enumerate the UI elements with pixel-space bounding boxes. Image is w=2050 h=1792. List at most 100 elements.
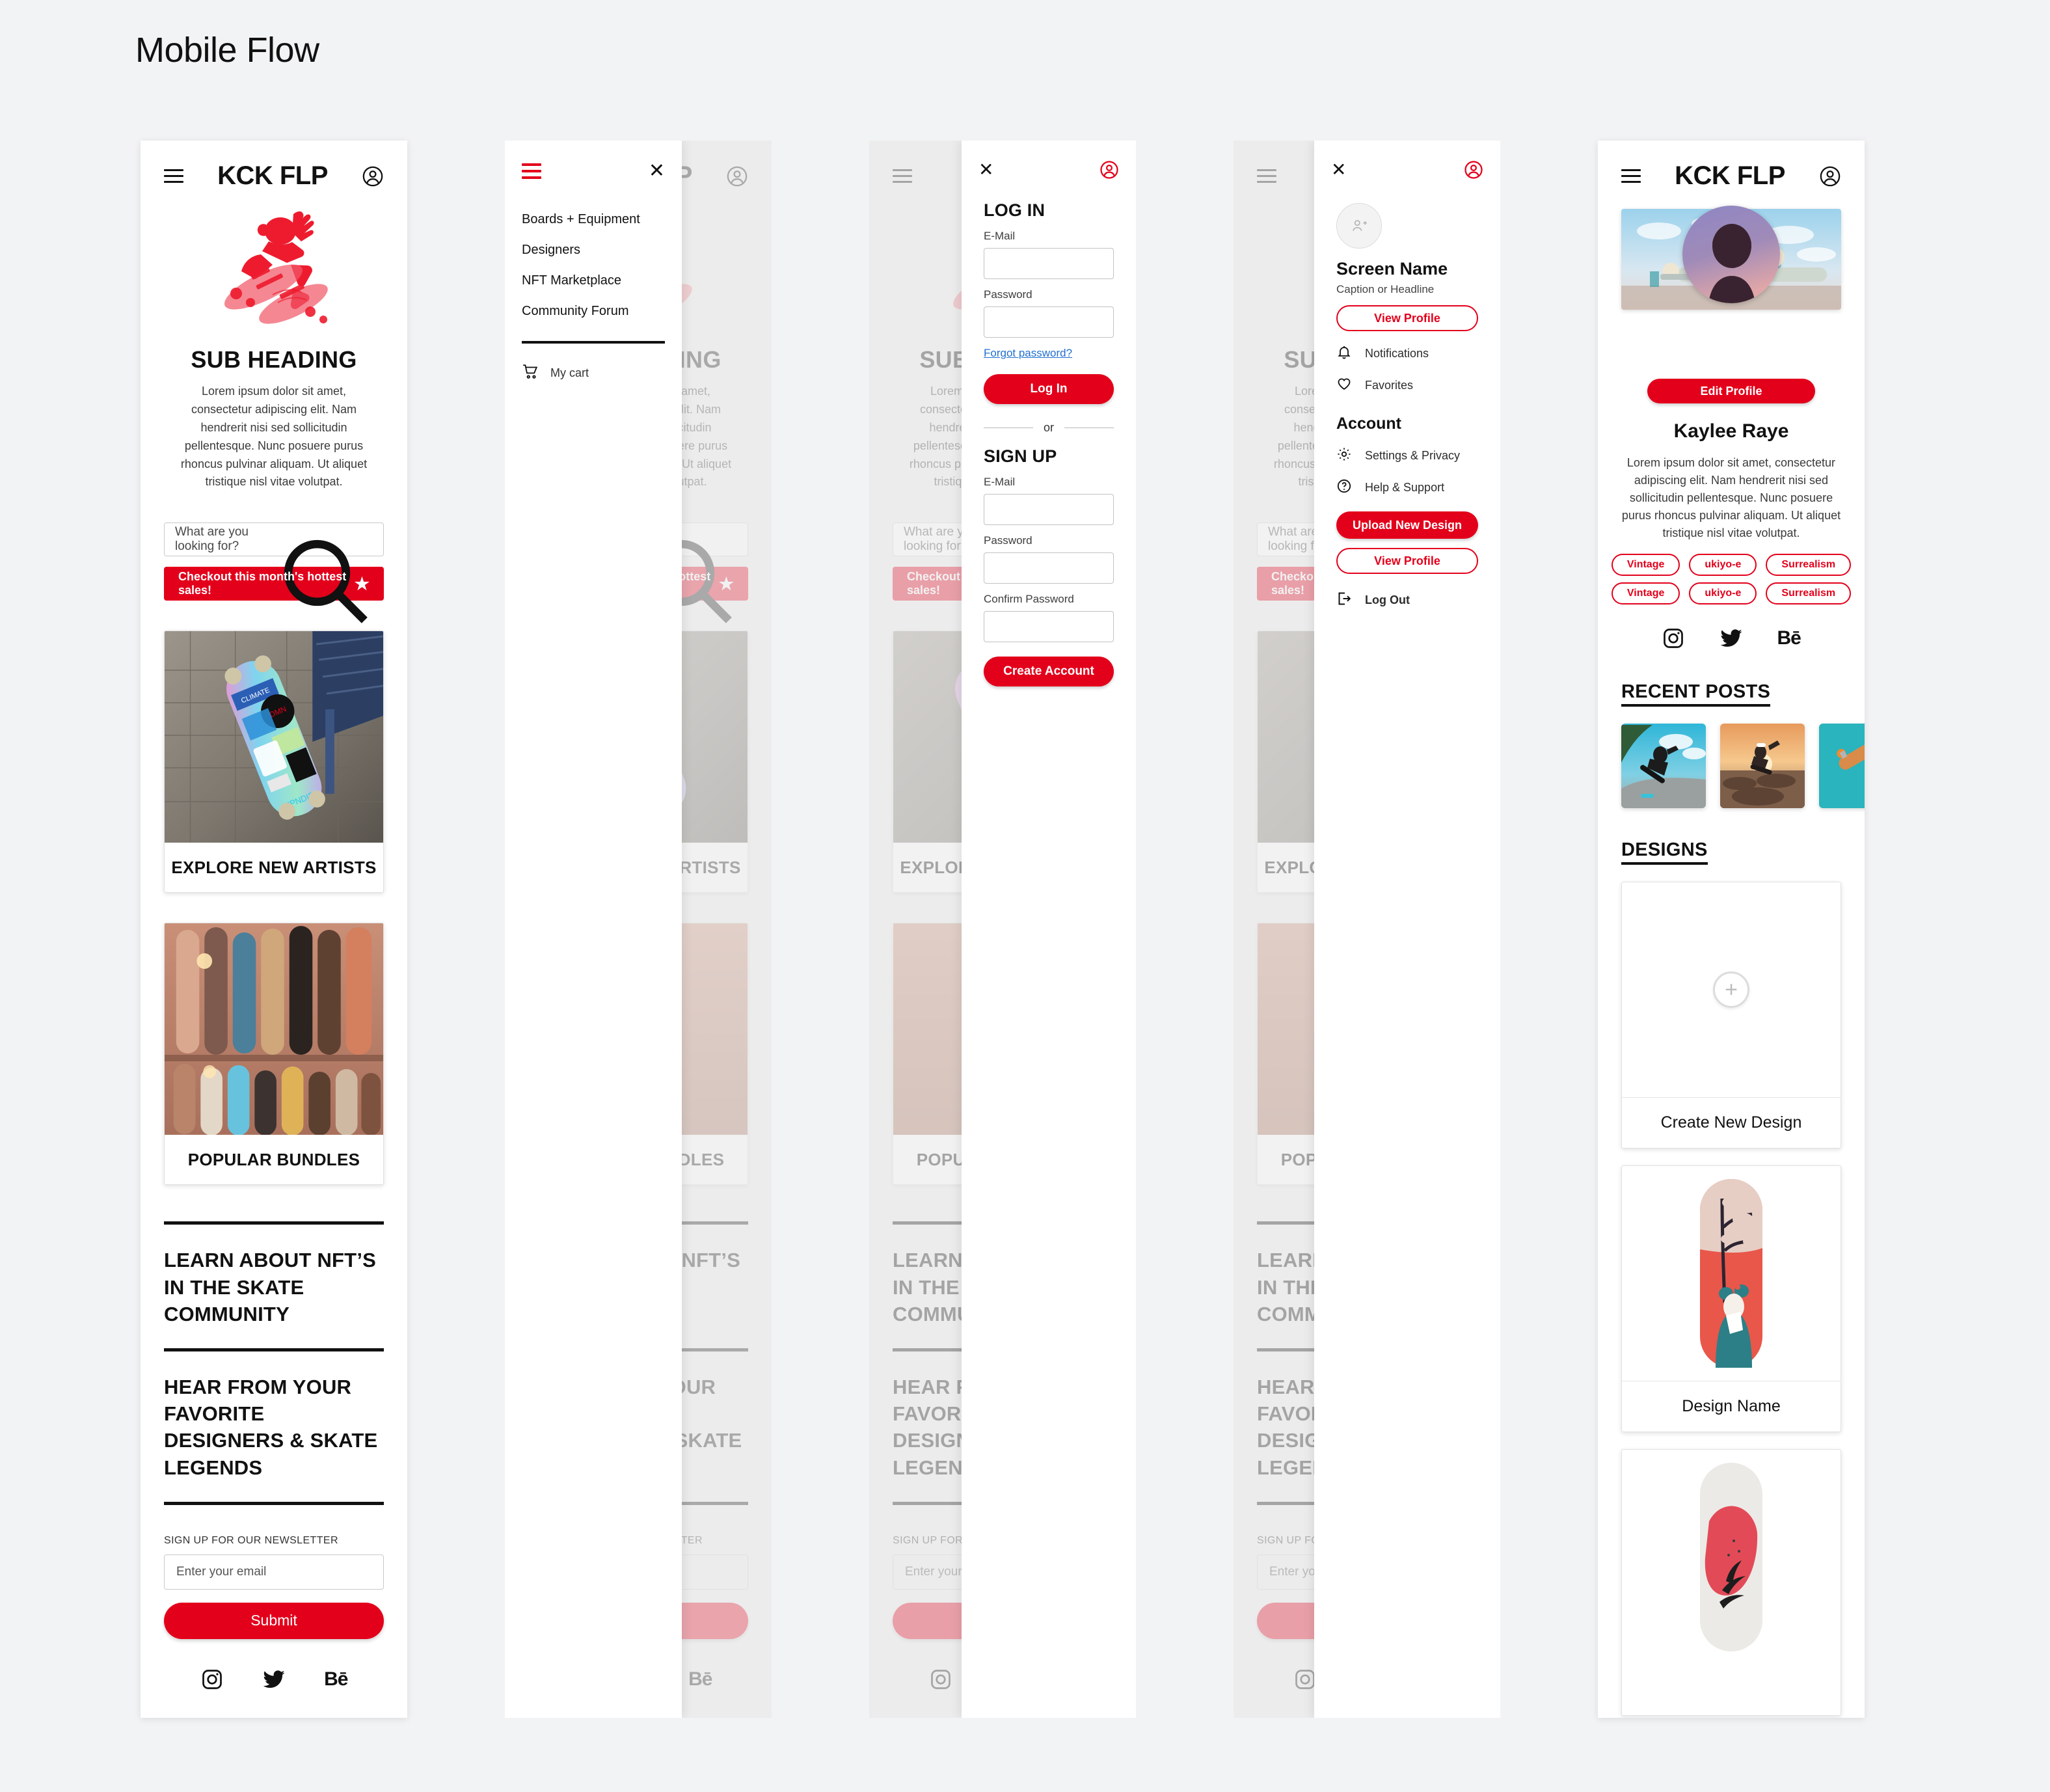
avatar-placeholder-icon[interactable] bbox=[1336, 203, 1382, 249]
search-icon[interactable] bbox=[274, 530, 373, 624]
tag-surrealism[interactable]: Surrealism bbox=[1766, 554, 1852, 576]
search-input-ghost: What are you looking for? bbox=[682, 523, 748, 624]
menu-item-cart[interactable]: My cart bbox=[505, 344, 682, 383]
edit-profile-button[interactable]: Edit Profile bbox=[1647, 379, 1815, 403]
profile-tags-row-2: Vintage ukiyo-e Surrealism bbox=[1598, 582, 1865, 604]
menu-topbar: ✕ bbox=[505, 141, 682, 187]
signup-form: SIGN UP E-Mail Password Confirm Password… bbox=[962, 435, 1136, 686]
explore-caption-ghost: EXPLORE NEW ARTISTS bbox=[682, 857, 741, 877]
close-icon[interactable]: ✕ bbox=[1331, 161, 1346, 179]
account-item-help[interactable]: Help & Support bbox=[1336, 478, 1478, 497]
tag-vintage-2[interactable]: Vintage bbox=[1611, 582, 1680, 604]
menu-item-boards[interactable]: Boards + Equipment bbox=[522, 204, 665, 235]
home-subheading-ghost: SUB HEADING bbox=[682, 346, 722, 373]
hamburger-menu-icon-active[interactable] bbox=[522, 163, 541, 179]
signup-title: SIGN UP bbox=[984, 446, 1057, 466]
account-item-notifications[interactable]: Notifications bbox=[1336, 344, 1478, 363]
star-icon: ★ bbox=[354, 574, 370, 594]
design-card-create-new[interactable]: + Create New Design bbox=[1621, 882, 1841, 1148]
login-button[interactable]: Log In bbox=[984, 374, 1114, 404]
hamburger-menu-icon[interactable] bbox=[1621, 169, 1641, 183]
submit-button[interactable]: Submit bbox=[164, 1602, 384, 1639]
promo-designers-text: HEAR FROM YOUR FAVORITE DESIGNERS & SKAT… bbox=[164, 1376, 378, 1479]
menu-item-nft-marketplace[interactable]: NFT Marketplace bbox=[522, 265, 665, 296]
signup-password-field[interactable] bbox=[984, 552, 1114, 584]
hamburger-menu-icon-ghost-2 bbox=[893, 169, 912, 183]
tag-ukiyo-e-2[interactable]: ukiyo-e bbox=[1689, 582, 1757, 604]
brand-logo-ghost: KCK FLP bbox=[682, 161, 692, 190]
close-icon[interactable]: ✕ bbox=[978, 161, 993, 179]
forgot-password-link[interactable]: Forgot password? bbox=[984, 347, 1072, 360]
search-input[interactable]: What are you looking for? bbox=[164, 523, 384, 624]
account-icon[interactable] bbox=[362, 165, 384, 187]
auth-topbar: ✕ bbox=[962, 141, 1136, 183]
bell-icon bbox=[1336, 344, 1352, 363]
hot-sales-label-ghost: Checkout this month's hottest sales! bbox=[682, 570, 711, 584]
account-icon-active[interactable] bbox=[1464, 160, 1483, 180]
hamburger-menu-icon[interactable] bbox=[164, 169, 183, 183]
newsletter-placeholder: Enter your email bbox=[176, 1564, 267, 1579]
screen-menu: ✕ Boards + Equipment Designers NFT Marke… bbox=[505, 141, 772, 1718]
signup-confirm-field[interactable] bbox=[984, 611, 1114, 642]
twitter-icon[interactable] bbox=[1720, 627, 1743, 650]
twitter-icon[interactable] bbox=[262, 1668, 286, 1691]
plus-icon[interactable]: + bbox=[1713, 971, 1749, 1008]
instagram-icon[interactable] bbox=[200, 1668, 224, 1691]
hero-skater-illustration bbox=[141, 197, 407, 337]
account-icon-active[interactable] bbox=[1099, 160, 1119, 180]
recent-post-2[interactable] bbox=[1720, 724, 1805, 808]
home-body-copy: Lorem ipsum dolor sit amet, consectetur … bbox=[180, 385, 368, 489]
menu-item-designers[interactable]: Designers bbox=[522, 235, 665, 265]
submit-button-ghost: Submit bbox=[682, 1602, 748, 1639]
account-item-logout[interactable]: Log Out bbox=[1336, 591, 1478, 610]
account-item-favorites[interactable]: Favorites bbox=[1336, 376, 1478, 395]
account-section-title: Account bbox=[1336, 414, 1401, 433]
tag-surrealism-2[interactable]: Surrealism bbox=[1766, 582, 1852, 604]
recent-post-3[interactable] bbox=[1819, 724, 1865, 808]
screen-account: KCK FLP SUB HEADING Lorem ipsum dolor si… bbox=[1234, 141, 1500, 1718]
menu-drawer: ✕ Boards + Equipment Designers NFT Marke… bbox=[505, 141, 682, 1718]
design-card-1[interactable]: Design Name bbox=[1621, 1165, 1841, 1432]
tag-vintage[interactable]: Vintage bbox=[1611, 554, 1680, 576]
profile-avatar[interactable] bbox=[1682, 206, 1780, 303]
behance-icon[interactable]: Bē bbox=[324, 1668, 348, 1691]
promo-block: LEARN ABOUT NFT’S IN THE SKATE COMMUNITY… bbox=[164, 1221, 384, 1505]
account-icon[interactable] bbox=[1819, 165, 1841, 187]
home-topbar: KCK FLP bbox=[141, 141, 407, 197]
recent-post-1[interactable] bbox=[1621, 724, 1706, 808]
card-popular-bundles[interactable]: POPULAR BUNDLES bbox=[164, 923, 384, 1186]
home-search-wrap: What are you looking for? bbox=[141, 491, 407, 624]
instagram-icon[interactable] bbox=[1662, 627, 1685, 650]
view-profile-button[interactable]: View Profile bbox=[1336, 305, 1478, 331]
login-form: LOG IN E-Mail Password Forgot password? … bbox=[962, 183, 1136, 435]
brand-logo: KCK FLP bbox=[217, 161, 328, 190]
profile-name: Kaylee Raye bbox=[1673, 420, 1789, 442]
behance-icon[interactable]: Bē bbox=[1777, 627, 1801, 650]
login-password-label: Password bbox=[984, 288, 1032, 301]
menu-item-community-forum[interactable]: Community Forum bbox=[522, 296, 665, 327]
tag-ukiyo-e[interactable]: ukiyo-e bbox=[1689, 554, 1757, 576]
view-profile-button-2[interactable]: View Profile bbox=[1336, 548, 1478, 574]
newsletter-section: SIGN UP FOR OUR NEWSLETTER Enter your em… bbox=[141, 1505, 407, 1639]
design-card-2[interactable]: Design Name bbox=[1621, 1449, 1841, 1716]
account-topbar: ✕ bbox=[1314, 141, 1500, 183]
or-label: or bbox=[1044, 421, 1055, 434]
popular-bundles-caption: POPULAR BUNDLES bbox=[187, 1149, 360, 1169]
signup-email-field[interactable] bbox=[984, 494, 1114, 525]
profile-social-links: Bē bbox=[1598, 604, 1865, 650]
upload-new-design-button[interactable]: Upload New Design bbox=[1336, 511, 1478, 539]
close-icon[interactable]: ✕ bbox=[649, 161, 665, 181]
popular-bundles-image bbox=[165, 923, 383, 1135]
recent-posts-list bbox=[1621, 724, 1865, 808]
newsletter-email-input[interactable]: Enter your email bbox=[164, 1554, 384, 1590]
login-password-field[interactable] bbox=[984, 306, 1114, 338]
newsletter-label-ghost: SIGN UP FOR OUR NEWSLETTER bbox=[682, 1534, 703, 1546]
hot-sales-button[interactable]: Checkout this month's hottest sales! ★ bbox=[164, 567, 384, 601]
bundles-caption-ghost: POPULAR BUNDLES bbox=[682, 1149, 725, 1169]
account-icon-ghost bbox=[726, 165, 748, 187]
account-item-settings[interactable]: Settings & Privacy bbox=[1336, 446, 1478, 465]
create-account-button[interactable]: Create Account bbox=[984, 657, 1114, 686]
hamburger-menu-icon-ghost-3 bbox=[1257, 169, 1276, 183]
login-email-field[interactable] bbox=[984, 248, 1114, 279]
card-explore-new-artists[interactable]: CLIMATE DMN RIPNDIP EXPLORE NEW ARTISTS bbox=[164, 631, 384, 893]
